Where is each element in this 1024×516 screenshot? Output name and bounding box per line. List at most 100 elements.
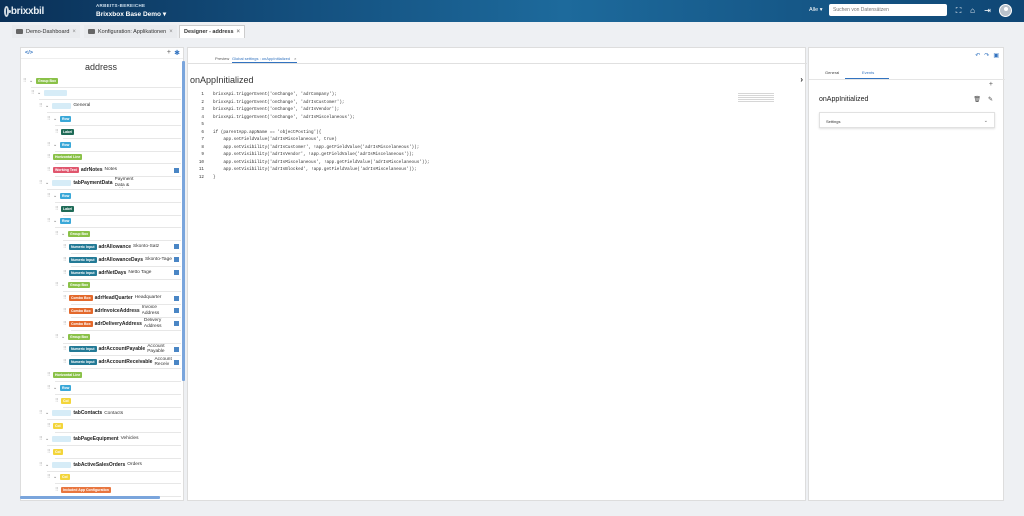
tab-global-settings[interactable]: Global settings : onAppInitialized × xyxy=(232,56,297,63)
field-icon[interactable] xyxy=(174,270,179,275)
tree-node[interactable]: ⠿ ⌄ Row xyxy=(47,382,72,393)
tree-node[interactable]: ⠿ Combo Box adrInvoiceAddress Invoice Addre… xyxy=(63,305,168,316)
tree-node[interactable]: ⠿ ⌄ Tab Page General xyxy=(39,101,90,112)
drag-handle-icon[interactable]: ⠿ xyxy=(63,346,67,352)
tree-node[interactable]: ⠿ ⌄ Tab Page tabPageEquipment Vehicles xyxy=(39,433,138,444)
drag-handle-icon[interactable]: ⠿ xyxy=(55,206,59,212)
tree-node[interactable]: ⠿ ⌄ Row xyxy=(47,216,72,227)
drag-handle-icon[interactable]: ⠿ xyxy=(47,218,51,224)
field-icon[interactable] xyxy=(174,359,179,365)
expand-toggle-icon[interactable]: ⌄ xyxy=(45,103,50,109)
expand-toggle-icon[interactable]: ⌄ xyxy=(53,218,58,224)
tree-node[interactable]: ⠿ ⌄ Row xyxy=(47,139,72,150)
code-line[interactable]: if (parentApp.appName == 'objectPosting'… xyxy=(213,130,321,137)
tree-node[interactable]: ⠿ ⌄ Tab Control xyxy=(31,88,68,99)
drag-handle-icon[interactable]: ⠿ xyxy=(31,90,35,96)
drag-handle-icon[interactable]: ⠿ xyxy=(47,474,51,480)
drag-handle-icon[interactable]: ⠿ xyxy=(63,270,67,276)
tree-node[interactable]: ⠿ Col xyxy=(47,421,63,432)
field-icon[interactable] xyxy=(174,308,179,314)
close-icon[interactable]: × xyxy=(294,56,296,61)
vertical-scrollbar[interactable] xyxy=(182,61,185,381)
code-line[interactable]: brixxApi.triggerEvent('onChange', 'adrIs… xyxy=(213,107,339,114)
tree-node[interactable]: ⠿ ⌄ Group Box xyxy=(55,331,91,342)
field-icon[interactable] xyxy=(174,167,179,173)
home-icon[interactable]: ⌂ xyxy=(968,6,977,15)
close-icon[interactable]: × xyxy=(237,29,241,35)
field-icon[interactable] xyxy=(174,244,179,250)
drag-handle-icon[interactable]: ⠿ xyxy=(47,167,51,173)
drag-handle-icon[interactable]: ⠿ xyxy=(47,142,51,148)
tree-node[interactable]: ⠿ Included App Configuration xyxy=(55,485,111,496)
code-line[interactable]: brixxApi.triggerEvent('onChange', 'adrIs… xyxy=(213,100,345,107)
tree-node[interactable]: ⠿ ⌄ Col xyxy=(47,472,70,483)
tab-general[interactable]: General xyxy=(825,70,839,75)
workspace-selector[interactable]: Brixxbox Base Demo ▾ xyxy=(96,10,166,18)
drag-handle-icon[interactable]: ⠿ xyxy=(55,398,59,404)
drag-handle-icon[interactable]: ⠿ xyxy=(63,321,67,327)
expand-toggle-icon[interactable]: ⌄ xyxy=(61,282,66,288)
add-icon[interactable]: + xyxy=(167,49,171,56)
tree-node[interactable]: ⠿ ⌄ Group Box xyxy=(55,229,91,240)
tree-node[interactable]: ⠿ ⌄ Group Box xyxy=(55,280,91,291)
tab-designer-address[interactable]: Designer - address × xyxy=(179,25,246,38)
tree-node[interactable]: ⠿ Numeric Input adrAllowanceDays Skonto-Tag… xyxy=(63,254,172,265)
code-minimap[interactable] xyxy=(738,93,774,103)
drag-handle-icon[interactable]: ⠿ xyxy=(47,193,51,199)
add-event-icon[interactable]: + xyxy=(989,81,993,88)
tree-node[interactable]: ⠿ Combo Box adrHeadQuarter Headquarter xyxy=(63,293,161,304)
tree-node[interactable]: ⠿ Numeric Input adrNetDays Netto Tage xyxy=(63,267,151,278)
redo-icon[interactable]: ↷ xyxy=(984,52,989,59)
code-line[interactable]: app.setVisibility('adrIsBlocked', !app.g… xyxy=(213,167,416,174)
tree-node[interactable]: ⠿ ⌄ Row xyxy=(47,190,72,201)
expand-toggle-icon[interactable]: ⌄ xyxy=(53,385,58,391)
search-scope-select[interactable]: Alle ▾ xyxy=(809,7,822,13)
gear-icon[interactable]: ✱ xyxy=(174,49,180,57)
tab-events[interactable]: Events xyxy=(862,70,874,75)
expand-toggle-icon[interactable]: ⌄ xyxy=(45,180,50,186)
tree-node[interactable]: ⠿ Horizontal Line xyxy=(47,152,83,163)
code-line[interactable]: brixxApi.triggerEvent('onChange', 'adrIs… xyxy=(213,115,355,122)
logout-icon[interactable]: ⇥ xyxy=(983,6,992,15)
drag-handle-icon[interactable]: ⠿ xyxy=(39,410,43,416)
expand-toggle-icon[interactable]: ⌄ xyxy=(53,142,58,148)
code-line[interactable]: } xyxy=(213,175,216,182)
tree-node[interactable]: ⠿ Combo Box adrDeliveryAddress Delivery Add… xyxy=(63,318,170,329)
field-icon[interactable] xyxy=(174,346,179,352)
save-icon[interactable]: ▣ xyxy=(993,52,999,59)
expand-toggle-icon[interactable]: ⌄ xyxy=(61,334,66,340)
expand-toggle-icon[interactable]: ⌄ xyxy=(53,193,58,199)
tab-configuration-applications[interactable]: Konfiguration: Applikationen × xyxy=(84,25,177,38)
brixxbox-logo[interactable]: brixxbil xyxy=(4,4,44,18)
tree-node[interactable]: ⠿ Horizontal Line xyxy=(47,369,83,380)
chevron-right-icon[interactable]: › xyxy=(800,75,803,84)
drag-handle-icon[interactable]: ⠿ xyxy=(47,423,51,429)
drag-handle-icon[interactable]: ⠿ xyxy=(47,154,51,160)
drag-handle-icon[interactable]: ⠿ xyxy=(39,103,43,109)
drag-handle-icon[interactable]: ⠿ xyxy=(55,231,59,237)
tree-node[interactable]: ⠿ Numeric Input adrAccountReceivable Accoun… xyxy=(63,357,180,368)
tree-node[interactable]: ⠿ ⌄ Row xyxy=(47,113,72,124)
expand-toggle-icon[interactable]: ⌄ xyxy=(61,231,66,237)
tree-node[interactable]: ⠿ Col xyxy=(55,395,71,406)
code-line[interactable]: app.setVisibility('adrIsVendor', !app.ge… xyxy=(213,152,414,159)
expand-toggle-icon[interactable]: ⌄ xyxy=(45,436,50,442)
code-icon[interactable]: </> xyxy=(25,50,33,56)
tree-node[interactable]: ⠿ Numeric Input adrAllowance Skonto-Satz xyxy=(63,241,159,252)
tree-node[interactable]: ⠿ Label xyxy=(55,203,75,214)
drag-handle-icon[interactable]: ⠿ xyxy=(63,257,67,263)
drag-handle-icon[interactable]: ⠿ xyxy=(63,244,67,250)
drag-handle-icon[interactable]: ⠿ xyxy=(55,129,59,135)
drag-handle-icon[interactable]: ⠿ xyxy=(63,308,67,314)
tree-node[interactable]: ⠿ ⌄ Group Box xyxy=(23,75,59,86)
drag-handle-icon[interactable]: ⠿ xyxy=(39,436,43,442)
drag-handle-icon[interactable]: ⠿ xyxy=(39,180,43,186)
code-line[interactable]: app.setFieldValue('adrIsMiscelaneous', t… xyxy=(213,137,336,144)
expand-toggle-icon[interactable]: ⌄ xyxy=(29,78,34,84)
drag-handle-icon[interactable]: ⠿ xyxy=(47,449,51,455)
code-line[interactable]: brixxApi.triggerEvent('onChange', 'adrCo… xyxy=(213,92,337,99)
drag-handle-icon[interactable]: ⠿ xyxy=(63,295,67,301)
field-icon[interactable] xyxy=(174,257,179,263)
avatar[interactable] xyxy=(999,4,1012,17)
tree-node[interactable]: ⠿ Label xyxy=(55,126,75,137)
